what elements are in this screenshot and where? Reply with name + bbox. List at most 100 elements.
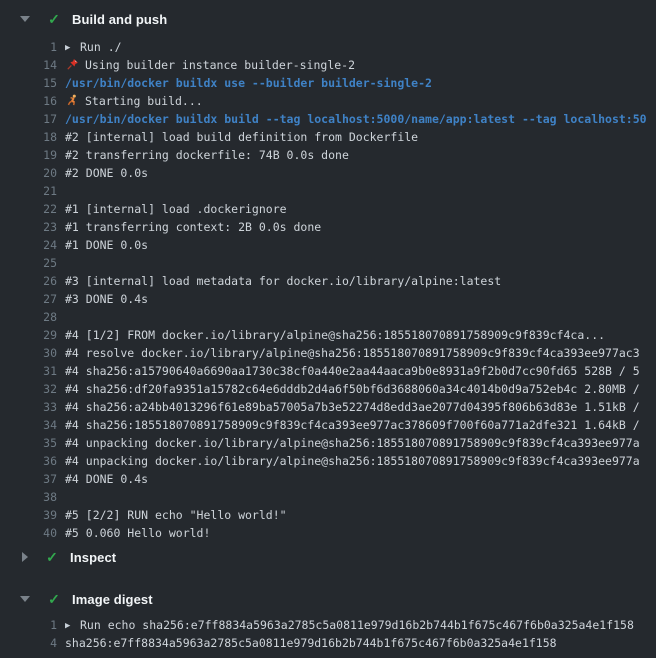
log-line-text: Starting build... <box>65 92 656 110</box>
log-line-number[interactable]: 39 <box>0 506 57 524</box>
expand-group-icon[interactable]: ▶ <box>65 39 80 56</box>
log-line: 16 Starting build... <box>0 92 656 110</box>
log-group-toggle[interactable]: ▶Run echo sha256:e7ff8834a5963a2785c5a08… <box>65 616 656 634</box>
log-line-text: #4 unpacking docker.io/library/alpine@sh… <box>65 434 656 452</box>
log-line-number[interactable]: 30 <box>0 344 57 362</box>
log-line-number[interactable]: 23 <box>0 218 57 236</box>
log-line-text: #3 [internal] load metadata for docker.i… <box>65 272 656 290</box>
pushpin-icon <box>65 58 80 71</box>
log-line-number[interactable]: 25 <box>0 254 57 272</box>
log-line-number[interactable]: 28 <box>0 308 57 326</box>
log-line-number[interactable]: 4 <box>0 634 57 652</box>
section-title-inspect: Inspect <box>70 550 116 565</box>
log-line-number[interactable]: 27 <box>0 290 57 308</box>
log-line: 22 #1 [internal] load .dockerignore <box>0 200 656 218</box>
log-line: 14Using builder instance builder-single-… <box>0 56 656 74</box>
section-title-image-digest: Image digest <box>72 592 153 607</box>
log-line: 34 #4 sha256:185518070891758909c9f839cf4c… <box>0 416 656 434</box>
chevron-down-icon[interactable] <box>20 596 30 602</box>
log-line-number[interactable]: 29 <box>0 326 57 344</box>
log-line: 19#2 transferring dockerfile: 74B 0.0s d… <box>0 146 656 164</box>
chevron-down-icon[interactable] <box>20 16 30 22</box>
log-line: 28 <box>0 308 656 326</box>
log-line: 25 <box>0 254 656 272</box>
log-line: 15/usr/bin/docker buildx use --builder b… <box>0 74 656 92</box>
log-line-text: /usr/bin/docker buildx build --tag local… <box>65 110 656 128</box>
log-line-number[interactable]: 17 <box>0 110 57 128</box>
log-line-text: #4 sha256:185518070891758909c9f839cf4ca3… <box>65 416 656 434</box>
log-line-number[interactable]: 14 <box>0 56 57 74</box>
log-line-number[interactable]: 26 <box>0 272 57 290</box>
section-build-and-push: ✓ Build and push 1 ▶Run ./14Using builder… <box>0 6 656 542</box>
log-line: 32 #4 sha256:df20fa9351a15782c64e6dddb2d4… <box>0 380 656 398</box>
log-line-text: #5 [2/2] RUN echo "Hello world!" <box>65 506 656 524</box>
log-line: 29 #4 [1/2] FROM docker.io/library/alpine… <box>0 326 656 344</box>
log-lines-build-and-push: 1 ▶Run ./14Using builder instance builder… <box>0 38 656 542</box>
log-line-text: #4 sha256:df20fa9351a15782c64e6dddb2d4a6… <box>65 380 656 398</box>
log-line-text <box>65 254 656 272</box>
section-title-build-and-push: Build and push <box>72 12 167 27</box>
section-inspect: ✓ Inspect <box>0 544 656 570</box>
log-line-text: #5 0.060 Hello world! <box>65 524 656 542</box>
log-line: 18 #2 [internal] load build definition fr… <box>0 128 656 146</box>
log-line-number[interactable]: 40 <box>0 524 57 542</box>
log-line: 1 ▶Run ./ <box>0 38 656 56</box>
log-line: 27 #3 DONE 0.4s <box>0 290 656 308</box>
log-line: 30#4 resolve docker.io/library/alpine@sh… <box>0 344 656 362</box>
log-line-text: #2 DONE 0.0s <box>65 164 656 182</box>
log-line-number[interactable]: 19 <box>0 146 57 164</box>
log-line: 38 <box>0 488 656 506</box>
log-line-number[interactable]: 1 <box>0 616 57 634</box>
log-line-number[interactable]: 22 <box>0 200 57 218</box>
log-line-number[interactable]: 1 <box>0 38 57 56</box>
section-header-build-and-push[interactable]: ✓ Build and push <box>0 6 656 32</box>
log-line-text <box>65 182 656 200</box>
check-success-icon: ✓ <box>46 11 62 28</box>
log-line-number[interactable]: 32 <box>0 380 57 398</box>
log-line: 24#1 DONE 0.0s <box>0 236 656 254</box>
log-line-number[interactable]: 31 <box>0 362 57 380</box>
log-line-number[interactable]: 20 <box>0 164 57 182</box>
log-line-text <box>65 308 656 326</box>
log-line: 36 #4 unpacking docker.io/library/alpine@… <box>0 452 656 470</box>
check-success-icon: ✓ <box>44 549 60 566</box>
log-line-text: #4 unpacking docker.io/library/alpine@sh… <box>65 452 656 470</box>
log-line-text: #4 DONE 0.4s <box>65 470 656 488</box>
workflow-log-viewer: ✓ Build and push 1 ▶Run ./14Using builder… <box>0 6 656 652</box>
log-line-number[interactable]: 16 <box>0 92 57 110</box>
chevron-right-icon[interactable] <box>22 552 28 562</box>
log-line: 21 <box>0 182 656 200</box>
log-line-number[interactable]: 36 <box>0 452 57 470</box>
log-line-text: #3 DONE 0.4s <box>65 290 656 308</box>
log-lines-image-digest: 1 ▶Run echo sha256:e7ff8834a5963a2785c5a0… <box>0 616 656 652</box>
section-header-image-digest[interactable]: ✓ Image digest <box>0 586 656 612</box>
log-line-number[interactable]: 15 <box>0 74 57 92</box>
runner-icon <box>65 94 80 107</box>
log-line-number[interactable]: 33 <box>0 398 57 416</box>
log-line-text: #2 [internal] load build definition from… <box>65 128 656 146</box>
log-line: 39 #5 [2/2] RUN echo "Hello world!" <box>0 506 656 524</box>
log-line-number[interactable]: 37 <box>0 470 57 488</box>
log-line-text: #4 sha256:a24bb4013296f61e89ba57005a7b3e… <box>65 398 656 416</box>
log-group-toggle[interactable]: ▶Run ./ <box>65 38 656 56</box>
log-line-text <box>65 488 656 506</box>
log-line-number[interactable]: 18 <box>0 128 57 146</box>
log-line-text: #4 [1/2] FROM docker.io/library/alpine@s… <box>65 326 656 344</box>
log-line-number[interactable]: 21 <box>0 182 57 200</box>
check-success-icon: ✓ <box>46 591 62 608</box>
log-line-number[interactable]: 38 <box>0 488 57 506</box>
log-line-text: #4 sha256:a15790640a6690aa1730c38cf0a440… <box>65 362 656 380</box>
log-line-number[interactable]: 35 <box>0 434 57 452</box>
log-line: 31 #4 sha256:a15790640a6690aa1730c38cf0a4… <box>0 362 656 380</box>
log-line: 4sha256:e7ff8834a5963a2785c5a0811e979d16… <box>0 634 656 652</box>
log-line: 40 #5 0.060 Hello world! <box>0 524 656 542</box>
log-line: 1 ▶Run echo sha256:e7ff8834a5963a2785c5a0… <box>0 616 656 634</box>
section-image-digest: ✓ Image digest 1 ▶Run echo sha256:e7ff883… <box>0 586 656 652</box>
log-line-text: #1 [internal] load .dockerignore <box>65 200 656 218</box>
log-line-number[interactable]: 34 <box>0 416 57 434</box>
log-line: 33 #4 sha256:a24bb4013296f61e89ba57005a7b… <box>0 398 656 416</box>
expand-group-icon[interactable]: ▶ <box>65 617 80 634</box>
log-line: 26 #3 [internal] load metadata for docker… <box>0 272 656 290</box>
log-line-number[interactable]: 24 <box>0 236 57 254</box>
section-header-inspect[interactable]: ✓ Inspect <box>0 544 656 570</box>
